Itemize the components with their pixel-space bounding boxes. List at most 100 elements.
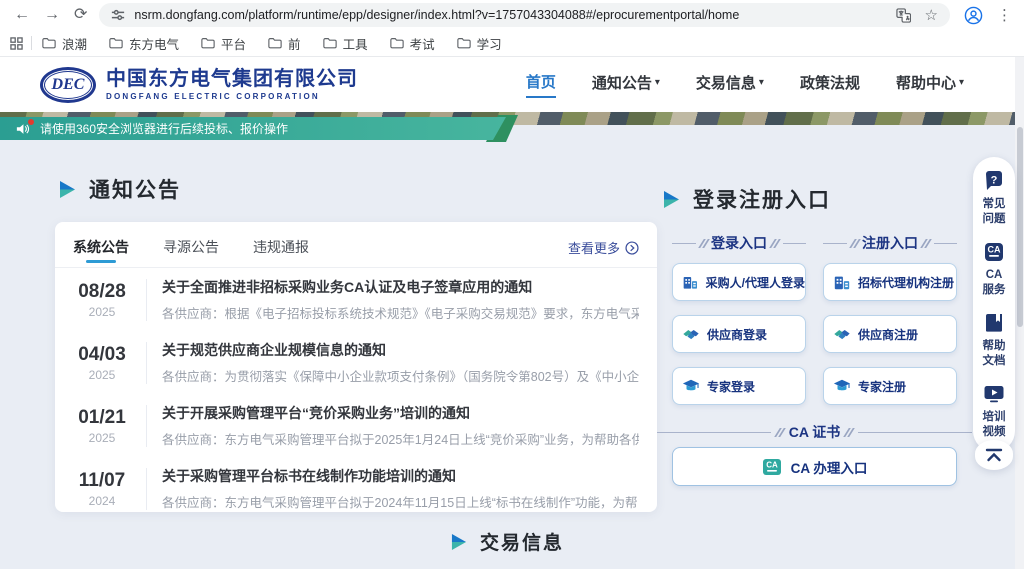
news-row[interactable]: 08/28 2025 关于全面推进非招标采购业务CA认证及电子签章应用的通知 各… — [55, 268, 657, 331]
tab-sourcing-notices[interactable]: 寻源公告 — [163, 237, 219, 267]
bookmark-folder[interactable]: 浪潮 — [42, 34, 87, 53]
ca-apply-button[interactable]: CA CA 办理入口 — [672, 447, 957, 486]
graduation-cap-icon — [833, 377, 851, 395]
building-icon — [682, 273, 699, 291]
profile-button[interactable] — [964, 6, 983, 25]
quick-access-sidebar: ? 常见问题 CA CA 服务 帮助文档 培训视频 — [973, 157, 1015, 452]
ca-service-item[interactable]: CA CA 服务 — [973, 240, 1015, 298]
supplier-register-button[interactable]: 供应商注册 — [823, 315, 957, 353]
url-bar[interactable]: nsrm.dongfang.com/platform/runtime/epp/d… — [99, 3, 950, 27]
browser-toolbar: ← → ⟳ nsrm.dongfang.com/platform/runtime… — [0, 0, 1024, 30]
expert-login-button[interactable]: 专家登录 — [672, 367, 806, 405]
svg-text:?: ? — [991, 175, 998, 187]
url-text[interactable]: nsrm.dongfang.com/platform/runtime/epp/d… — [134, 8, 895, 22]
bidding-agency-register-button[interactable]: 招标代理机构注册 — [823, 263, 957, 301]
bookmark-folder[interactable]: 工具 — [323, 34, 368, 53]
chevron-down-icon: ▾ — [959, 77, 964, 88]
news-title[interactable]: 关于全面推进非招标采购业务CA认证及电子签章应用的通知 — [162, 277, 639, 297]
section-arrow-icon — [662, 191, 681, 208]
news-summary: 各供应商：东方电气采购管理平台拟于2025年1月24日上线“竞价采购”业务，为帮… — [162, 429, 639, 448]
divider — [146, 279, 147, 321]
news-title[interactable]: 关于规范供应商企业规模信息的通知 — [162, 340, 639, 360]
view-more-link[interactable]: 查看更多 — [568, 238, 639, 267]
login-entry-header: 登录入口 — [672, 233, 806, 253]
news-title[interactable]: 关于采购管理平台标书在线制作功能培训的通知 — [162, 466, 639, 486]
dec-logo-icon: DEC — [40, 67, 96, 103]
news-summary: 各供应商：为贯彻落实《保障中小企业款项支付条例》（国务院令第802号）及《中小企… — [162, 366, 639, 385]
news-year: 2025 — [73, 431, 131, 445]
svg-text:CA: CA — [766, 460, 778, 469]
nav-item-home[interactable]: 首页 — [526, 71, 556, 98]
chevron-down-icon: ▾ — [655, 77, 660, 88]
chevron-down-icon: ▾ — [759, 77, 764, 88]
browser-menu-icon[interactable]: ⋮ — [997, 6, 1012, 24]
bookmark-folder[interactable]: 考试 — [390, 34, 435, 53]
faq-item[interactable]: ? 常见问题 — [973, 169, 1015, 227]
translate-icon[interactable] — [896, 8, 911, 23]
register-entry-header: 注册入口 — [823, 233, 957, 253]
announcement-ticker: 请使用360安全浏览器进行后续投标、报价操作 — [0, 117, 506, 140]
scrollbar-thumb[interactable] — [1017, 127, 1023, 327]
news-title[interactable]: 关于开展采购管理平台“竞价采购业务”培训的通知 — [162, 403, 639, 423]
divider — [146, 342, 147, 384]
divider — [146, 468, 147, 510]
bookmark-folder[interactable]: 前 — [268, 34, 301, 53]
bookmark-folder[interactable]: 东方电气 — [109, 34, 179, 53]
ca-badge-icon: CA — [762, 457, 782, 477]
nav-item-trade-info[interactable]: 交易信息▾ — [696, 72, 764, 97]
bookmark-star-icon[interactable]: ☆ — [925, 6, 938, 24]
expert-register-button[interactable]: 专家注册 — [823, 367, 957, 405]
handshake-icon — [682, 325, 700, 343]
notice-tabs: 系统公告 寻源公告 违规通报 查看更多 — [55, 222, 657, 268]
back-button[interactable]: ← — [14, 7, 30, 23]
collapse-up-icon — [985, 448, 1003, 462]
ca-cert-header: CA 证书 — [657, 422, 972, 442]
news-summary: 各供应商：根据《电子招标投标系统技术规范》《电子采购交易规范》要求，东方电气采购… — [162, 303, 639, 322]
news-date: 04/03 — [73, 344, 131, 366]
back-to-top-button[interactable] — [975, 440, 1013, 470]
ca-icon: CA — [982, 240, 1006, 264]
section-title: 交易信息 — [480, 528, 564, 555]
divider — [31, 36, 32, 50]
buyer-agent-login-button[interactable]: 采购人/代理人登录 — [672, 263, 806, 301]
handshake-icon — [833, 325, 851, 343]
graduation-cap-icon — [682, 377, 700, 395]
scrollbar-track[interactable] — [1015, 57, 1024, 569]
divider — [146, 405, 147, 447]
tab-system-notices[interactable]: 系统公告 — [73, 237, 129, 267]
bookmark-folder[interactable]: 平台 — [201, 34, 246, 53]
ticker-text: 请使用360安全浏览器进行后续投标、报价操作 — [40, 120, 288, 137]
nav-item-policies[interactable]: 政策法规 — [800, 72, 860, 97]
news-year: 2024 — [73, 494, 131, 508]
nav-item-notices[interactable]: 通知公告▾ — [592, 72, 660, 97]
company-name-en: DONGFANG ELECTRIC CORPORATION — [106, 92, 358, 101]
news-date: 01/21 — [73, 407, 131, 429]
reload-button[interactable]: ⟳ — [74, 7, 87, 23]
forward-button[interactable]: → — [44, 7, 60, 23]
notification-dot — [28, 119, 34, 125]
notice-section-heading: 通知公告 — [58, 174, 181, 204]
nav-item-help-center[interactable]: 帮助中心▾ — [896, 72, 964, 97]
speaker-icon — [16, 122, 30, 136]
apps-grid-icon[interactable] — [10, 37, 23, 50]
news-row[interactable]: 04/03 2025 关于规范供应商企业规模信息的通知 各供应商：为贯彻落实《保… — [55, 331, 657, 394]
entry-section-heading: 登录注册入口 — [662, 184, 831, 214]
section-arrow-icon — [450, 534, 468, 550]
training-videos-item[interactable]: 培训视频 — [973, 382, 1015, 440]
tab-violation-reports[interactable]: 违规通报 — [253, 237, 309, 267]
notice-card: 系统公告 寻源公告 违规通报 查看更多 08/28 2025 关于全面推进非招标… — [55, 222, 657, 512]
site-info-icon[interactable] — [111, 8, 125, 22]
help-docs-item[interactable]: 帮助文档 — [973, 311, 1015, 369]
news-row[interactable]: 01/21 2025 关于开展采购管理平台“竞价采购业务”培训的通知 各供应商：… — [55, 394, 657, 457]
news-year: 2025 — [73, 305, 131, 319]
bookmark-folder[interactable]: 学习 — [457, 34, 502, 53]
news-row[interactable]: 11/07 2024 关于采购管理平台标书在线制作功能培训的通知 各供应商：东方… — [55, 457, 657, 520]
news-summary: 各供应商：东方电气采购管理平台拟于2024年11月15日上线“标书在线制作”功能… — [162, 492, 639, 511]
svg-text:CA: CA — [988, 244, 1001, 254]
building-icon — [833, 273, 851, 291]
section-title: 登录注册入口 — [693, 184, 831, 214]
site-header: DEC 中国东方电气集团有限公司 DONGFANG ELECTRIC CORPO… — [0, 57, 1024, 112]
trade-section-heading: 交易信息 — [450, 528, 564, 555]
news-year: 2025 — [73, 368, 131, 382]
supplier-login-button[interactable]: 供应商登录 — [672, 315, 806, 353]
